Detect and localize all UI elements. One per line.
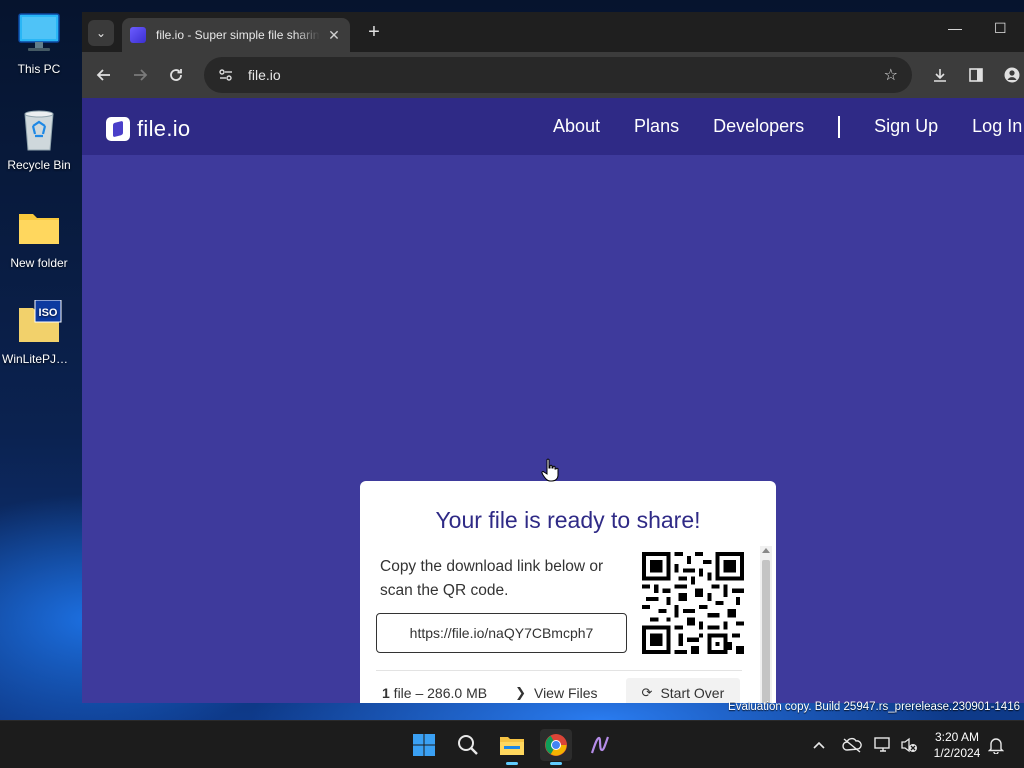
file-info: 1 file – 286.0 MB <box>382 685 487 701</box>
start-over-button[interactable]: ⟳ Start Over <box>625 678 741 703</box>
scrollbar-thumb[interactable] <box>762 560 770 703</box>
qr-code <box>642 552 744 654</box>
site-header: file.io About Plans Developers Sign Up L… <box>82 98 1024 155</box>
monitor-icon <box>15 10 63 58</box>
downloads-button[interactable] <box>928 63 952 87</box>
profile-button[interactable] <box>1000 63 1024 87</box>
site-info-icon[interactable] <box>218 68 236 82</box>
network-icon <box>874 737 890 752</box>
site-logo[interactable]: file.io <box>106 116 190 142</box>
share-card: Your file is ready to share! Copy the do… <box>360 481 776 703</box>
speaker-muted-icon <box>901 737 917 753</box>
desktop-icon-label: New folder <box>10 256 68 270</box>
clock-date: 1/2/2024 <box>933 746 981 760</box>
file-io-favicon-icon <box>130 27 146 43</box>
tab-title: file.io - Super simple file sharing <box>156 28 320 42</box>
profile-icon <box>1004 67 1020 83</box>
hand-cursor-icon <box>541 458 559 482</box>
recycle-bin-icon <box>15 106 63 154</box>
network-tray-icon[interactable] <box>874 721 892 768</box>
evaluation-watermark: Evaluation copy. Build 25947.rs_prerelea… <box>728 701 1020 713</box>
desktop-icon-this-pc[interactable]: This PC <box>0 10 78 76</box>
bookmark-star-icon[interactable]: ☆ <box>884 65 898 85</box>
folder-icon <box>15 204 63 252</box>
back-button[interactable] <box>92 63 116 87</box>
view-files-button[interactable]: ❯ View Files <box>515 685 597 701</box>
clock-time: 3:20 AM <box>934 730 980 744</box>
view-files-label: View Files <box>533 685 598 701</box>
browser-tab-active[interactable]: file.io - Super simple file sharing ✕ <box>122 18 350 52</box>
chrome-taskbar-button[interactable] <box>540 729 572 765</box>
app-n-icon <box>590 736 610 754</box>
start-button[interactable] <box>408 729 440 761</box>
url-text: file.io <box>248 67 281 83</box>
iso-badge-text: ISO <box>39 307 58 319</box>
scroll-up-arrow-icon[interactable] <box>762 548 770 553</box>
search-icon <box>458 735 478 755</box>
share-card-description: Copy the download link below or scan the… <box>380 558 604 599</box>
nav-link-log-in[interactable]: Log In <box>972 116 1022 137</box>
chevron-up-icon <box>813 741 825 749</box>
volume-tray-icon[interactable] <box>900 721 918 768</box>
arrow-right-icon <box>134 69 148 81</box>
file-explorer-button[interactable] <box>496 729 528 765</box>
arrow-left-icon <box>96 69 110 81</box>
new-tab-button[interactable]: + <box>362 21 386 44</box>
bell-icon <box>988 738 1004 754</box>
reload-button[interactable] <box>164 63 188 87</box>
file-size-text: file – 286.0 MB <box>389 685 488 701</box>
desktop-icon-label: WinLitePJSK... <box>2 352 78 366</box>
windows-logo-icon <box>413 734 435 756</box>
browser-toolbar: file.io ☆ <box>82 52 1024 98</box>
desktop-icon-label: This PC <box>17 62 61 76</box>
cloud-offline-icon <box>842 737 862 753</box>
desktop-icon-label: Recycle Bin <box>7 158 71 172</box>
share-card-title: Your file is ready to share! <box>435 507 701 533</box>
iso-file-icon: ISO <box>15 299 63 348</box>
nav-divider <box>838 115 841 138</box>
forward-button[interactable] <box>128 63 152 87</box>
notepad-app-button[interactable] <box>584 729 616 761</box>
browser-window: ⌄ file.io - Super simple file sharing ✕ … <box>82 12 1024 703</box>
system-clock[interactable]: 3:20 AM 1/2/2024 <box>928 729 986 761</box>
taskbar: 3:20 AM 1/2/2024 <box>0 720 1024 768</box>
nav-link-developers[interactable]: Developers <box>713 116 804 137</box>
chevron-right-icon: ❯ <box>515 685 526 700</box>
side-panel-button[interactable] <box>964 63 988 87</box>
nav-link-plans[interactable]: Plans <box>634 116 679 137</box>
refresh-icon: ⟳ <box>641 685 653 700</box>
file-explorer-icon <box>500 737 524 755</box>
download-link-field[interactable]: https://file.io/naQY7CBmcph7 <box>376 613 627 653</box>
card-divider <box>376 670 742 671</box>
maximize-button[interactable]: ☐ <box>994 20 1007 37</box>
web-page: file.io About Plans Developers Sign Up L… <box>82 98 1024 703</box>
tab-search-button[interactable]: ⌄ <box>88 20 114 46</box>
site-nav: About Plans Developers Sign Up Log In <box>553 98 1024 155</box>
card-scrollbar[interactable] <box>760 546 772 703</box>
address-bar[interactable]: file.io ☆ <box>204 57 912 93</box>
chevron-down-icon: ⌄ <box>95 26 107 40</box>
chrome-icon <box>545 734 567 756</box>
start-over-label: Start Over <box>660 685 725 701</box>
download-icon <box>934 69 946 82</box>
side-panel-icon <box>969 68 983 82</box>
nav-link-sign-up[interactable]: Sign Up <box>874 116 938 137</box>
minimize-button[interactable]: — <box>948 20 962 36</box>
desktop-icon-new-folder[interactable]: New folder <box>0 204 78 270</box>
reload-icon <box>170 69 182 81</box>
nav-link-about[interactable]: About <box>553 116 600 137</box>
show-hidden-icons-button[interactable] <box>812 721 826 768</box>
search-button[interactable] <box>452 729 484 761</box>
logo-text: file.io <box>137 116 191 141</box>
file-count: 1 <box>382 685 390 701</box>
share-card-footer: 1 file – 286.0 MB ❯ View Files ⟳ Start O… <box>376 677 746 703</box>
desktop-icon-iso-file[interactable]: ISO WinLitePJSK... <box>0 299 78 366</box>
tab-strip: ⌄ file.io - Super simple file sharing ✕ … <box>82 12 1024 52</box>
onedrive-tray-icon[interactable] <box>842 721 862 768</box>
desktop-icon-recycle-bin[interactable]: Recycle Bin <box>0 106 78 172</box>
file-io-logo-icon <box>106 117 130 141</box>
notifications-button[interactable] <box>988 721 1004 768</box>
close-tab-icon[interactable]: ✕ <box>326 27 342 44</box>
